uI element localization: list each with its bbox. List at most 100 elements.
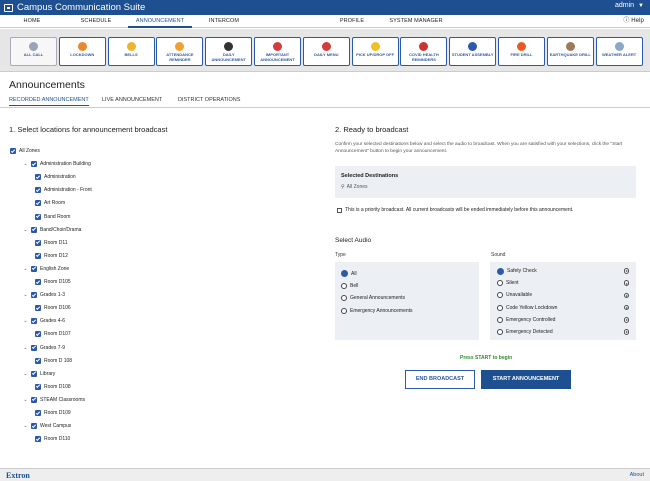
tree-item[interactable]: ⌄ West Campus xyxy=(23,422,71,430)
radio-button[interactable] xyxy=(341,295,347,301)
tree-item[interactable]: Room D12 xyxy=(35,252,68,260)
chevron-down-icon[interactable]: ⌄ xyxy=(23,266,28,272)
type-option[interactable]: Emergency Announcements xyxy=(341,307,413,314)
tile-bus[interactable]: PICK UP/DROP OFF xyxy=(351,37,399,66)
radio-button[interactable] xyxy=(497,280,503,287)
tree-item[interactable]: Art Room xyxy=(35,199,65,207)
tree-item[interactable]: ⌄ Administration Building xyxy=(23,160,91,168)
tree-checkbox[interactable] xyxy=(10,148,16,154)
play-icon[interactable] xyxy=(623,292,629,299)
radio-button[interactable] xyxy=(341,282,347,289)
chevron-down-icon[interactable]: ⌄ xyxy=(23,227,28,233)
sound-option[interactable]: Silent xyxy=(497,279,633,287)
tree-item[interactable]: Room D110 xyxy=(35,435,70,443)
tree-item[interactable]: Administration - Front xyxy=(35,186,92,194)
type-option[interactable]: General Announcements xyxy=(341,295,405,301)
tab-recorded-announcement[interactable]: RECORDED ANNOUNCEMENT xyxy=(9,97,89,106)
tree-item[interactable]: Room D108 xyxy=(35,383,71,391)
tree-item[interactable]: Room D11 xyxy=(35,239,68,247)
play-icon[interactable] xyxy=(623,304,629,311)
chevron-down-icon[interactable]: ⌄ xyxy=(23,371,28,377)
play-icon[interactable] xyxy=(623,329,629,335)
tree-checkbox[interactable] xyxy=(35,331,41,338)
tree-checkbox[interactable] xyxy=(31,292,37,299)
tree-checkbox[interactable] xyxy=(31,423,37,430)
tree-checkbox[interactable] xyxy=(35,174,41,181)
tree-item[interactable]: Room D107 xyxy=(35,330,71,338)
tree-checkbox[interactable] xyxy=(31,161,37,168)
tree-item[interactable]: Band Room xyxy=(35,213,70,221)
tree-checkbox[interactable] xyxy=(31,318,37,325)
tree-checkbox[interactable] xyxy=(31,265,37,272)
sound-option[interactable]: Unavailable xyxy=(497,291,633,299)
about-link[interactable]: About xyxy=(630,472,644,478)
tree-checkbox[interactable] xyxy=(35,279,41,285)
type-option[interactable]: All xyxy=(341,270,357,277)
nav-system-manager[interactable]: SYSTEM MANAGER xyxy=(384,15,448,28)
play-icon[interactable] xyxy=(623,268,629,274)
end-broadcast-button[interactable]: END BROADCAST xyxy=(405,370,475,389)
tree-checkbox[interactable] xyxy=(31,226,37,233)
priority-option[interactable]: This is a priority broadcast. All curren… xyxy=(337,207,573,213)
tile-lockdown[interactable]: LOCKDOWN xyxy=(58,37,106,66)
chevron-down-icon[interactable]: ⌄ xyxy=(23,318,28,324)
radio-button[interactable] xyxy=(497,329,503,335)
tree-checkbox[interactable] xyxy=(35,200,41,207)
tile-calendar[interactable]: DAILY MENU xyxy=(302,37,350,66)
radio-button[interactable] xyxy=(497,316,503,323)
nav-profile[interactable]: PROFILE xyxy=(320,15,384,28)
tree-item[interactable]: ⌄ Grades 1-3 xyxy=(23,291,65,299)
tile-assembly[interactable]: STUDENT ASSEMBLY xyxy=(449,37,497,66)
help-link[interactable]: ⓘ Help xyxy=(623,15,644,28)
sound-option[interactable]: Safety Check xyxy=(497,267,633,275)
radio-button[interactable] xyxy=(497,292,503,299)
tree-item[interactable]: ⌄ Band/Choir/Drama xyxy=(23,226,81,234)
chevron-down-icon[interactable]: ⌄ xyxy=(23,345,28,351)
tree-item[interactable]: Administration xyxy=(35,173,76,181)
tree-checkbox[interactable] xyxy=(35,383,41,390)
tree-item[interactable]: ⌄ STEAM Classrooms xyxy=(23,396,85,404)
tree-item[interactable]: Room D109 xyxy=(35,409,71,417)
nav-schedule[interactable]: SCHEDULE xyxy=(64,15,128,28)
tab-district-operations[interactable]: DISTRICT OPERATIONS xyxy=(178,97,240,103)
sound-option[interactable]: Code Yellow Lockdown xyxy=(497,304,633,312)
tile-weather[interactable]: WEATHER ALERT xyxy=(595,37,643,66)
tree-item[interactable]: ⌄ Grades 7-9 xyxy=(23,344,65,352)
play-icon[interactable] xyxy=(623,317,629,323)
tile-health[interactable]: COVID HEALTH REMINDERS xyxy=(400,37,448,66)
nav-announcement[interactable]: ANNOUNCEMENT xyxy=(128,15,192,28)
tree-item[interactable]: All Zones xyxy=(10,147,40,155)
type-option[interactable]: Bell xyxy=(341,282,358,289)
chevron-down-icon[interactable]: ⌄ xyxy=(23,397,28,403)
tile-microphone[interactable]: DAILY ANNOUNCEMENT xyxy=(205,37,253,66)
nav-intercom[interactable]: INTERCOM xyxy=(192,15,256,28)
tile-earthquake[interactable]: EARTHQUAKE DRILL xyxy=(546,37,594,66)
tree-checkbox[interactable] xyxy=(31,370,37,377)
user-menu[interactable]: admin ▼ xyxy=(615,2,644,9)
tree-checkbox[interactable] xyxy=(35,187,41,194)
tree-item[interactable]: ⌄ Grades 4-6 xyxy=(23,317,65,325)
sound-option[interactable]: Emergency Controlled xyxy=(497,316,633,324)
tree-checkbox[interactable] xyxy=(31,396,37,403)
tile-bell[interactable]: BELLS xyxy=(107,37,155,66)
tile-attendance[interactable]: ATTENDANCE REMINDER xyxy=(156,37,204,66)
nav-home[interactable]: HOME xyxy=(0,15,64,28)
start-announcement-button[interactable]: START ANNOUNCEMENT xyxy=(481,370,571,389)
tree-checkbox[interactable] xyxy=(35,252,41,259)
radio-button[interactable] xyxy=(341,270,348,277)
tree-item[interactable]: Room D 108 xyxy=(35,357,72,365)
chevron-down-icon[interactable]: ⌄ xyxy=(23,292,28,298)
tree-item[interactable]: ⌄ English Zone xyxy=(23,265,69,273)
play-icon[interactable] xyxy=(623,280,629,286)
tile-all-call[interactable]: ALL CALL xyxy=(10,37,57,66)
sound-option[interactable]: Emergency Detected xyxy=(497,328,633,336)
chevron-down-icon[interactable]: ⌄ xyxy=(23,161,28,167)
tree-checkbox[interactable] xyxy=(35,436,41,443)
tree-checkbox[interactable] xyxy=(35,213,41,220)
tree-checkbox[interactable] xyxy=(35,357,41,364)
tile-important[interactable]: IMPORTANT ANNOUNCEMENT xyxy=(254,37,301,66)
tree-checkbox[interactable] xyxy=(35,239,41,246)
tree-item[interactable]: Room D105 xyxy=(35,278,71,286)
tree-item[interactable]: ⌄ Library xyxy=(23,370,55,378)
priority-checkbox[interactable] xyxy=(337,207,342,213)
